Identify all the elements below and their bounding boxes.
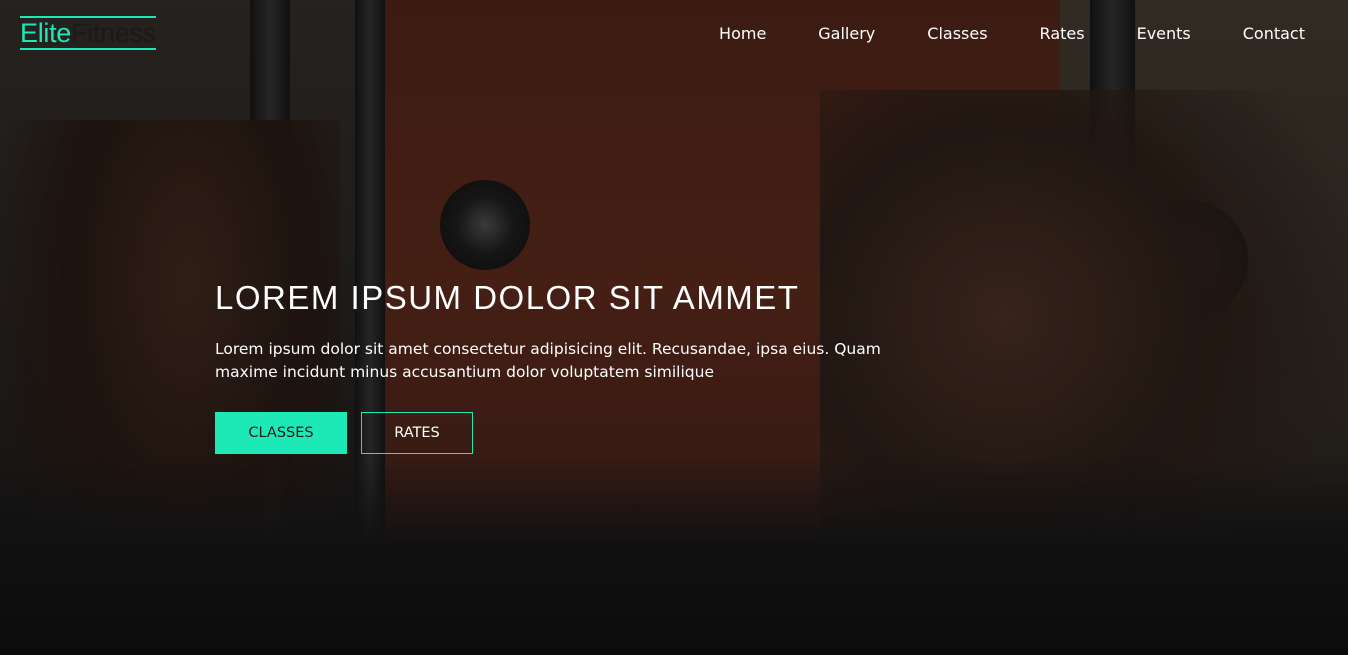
hero-content: LOREM IPSUM DOLOR SIT AMMET Lorem ipsum …	[215, 280, 935, 454]
nav-item: Rates	[1014, 22, 1111, 46]
hero-buttons: CLASSES RATES	[215, 412, 935, 454]
nav-link-home[interactable]: Home	[693, 22, 792, 46]
nav-item: Contact	[1217, 22, 1348, 46]
nav-link-events[interactable]: Events	[1111, 22, 1217, 46]
classes-button[interactable]: CLASSES	[215, 412, 347, 454]
nav-link-classes[interactable]: Classes	[901, 22, 1013, 46]
nav-link-contact[interactable]: Contact	[1217, 22, 1348, 46]
navbar: EliteFitness Home Gallery Classes Rates …	[0, 0, 1348, 66]
nav-item: Classes	[901, 22, 1013, 46]
hero-section: EliteFitness Home Gallery Classes Rates …	[0, 0, 1348, 655]
nav-item: Gallery	[792, 22, 901, 46]
nav-item: Home	[693, 22, 792, 46]
rates-button[interactable]: RATES	[361, 412, 473, 454]
nav-item: Events	[1111, 22, 1217, 46]
logo-link[interactable]: EliteFitness	[20, 16, 156, 50]
hero-description: Lorem ipsum dolor sit amet consectetur a…	[215, 340, 881, 381]
logo-text-fitness: Fitness	[71, 18, 156, 48]
nav-link-gallery[interactable]: Gallery	[792, 22, 901, 46]
nav-link-rates[interactable]: Rates	[1014, 22, 1111, 46]
logo-text-elite: Elite	[20, 18, 72, 48]
nav-menu: Home Gallery Classes Rates Events Contac…	[693, 22, 1348, 46]
hero-title: LOREM IPSUM DOLOR SIT AMMET	[215, 279, 800, 316]
